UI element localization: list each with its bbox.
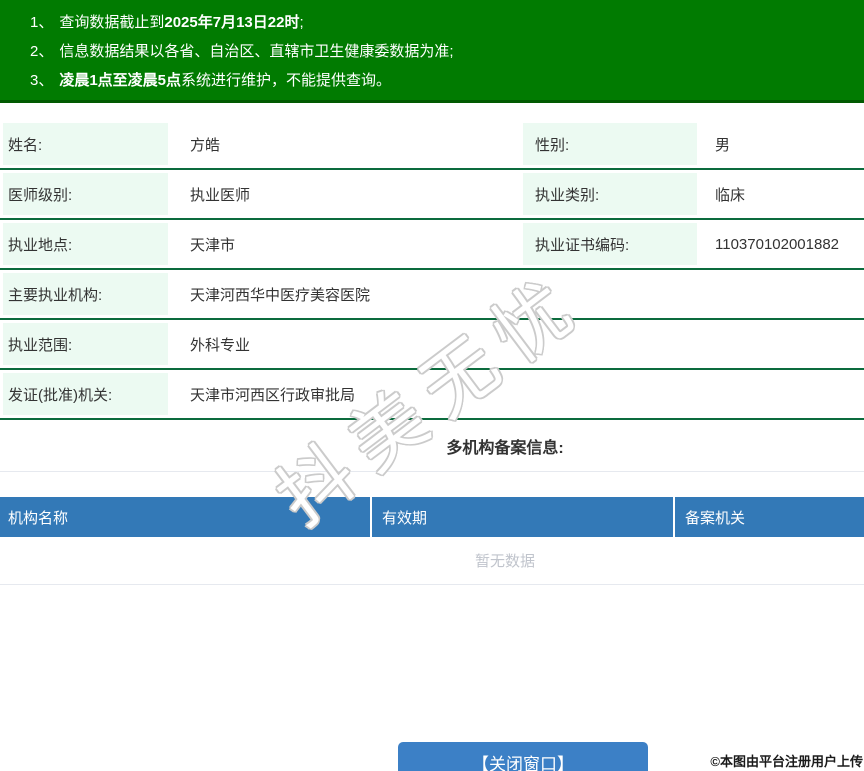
notice-line-2: 2、 信息数据结果以各省、自治区、直辖市卫生健康委数据为准; xyxy=(30,37,864,66)
practice-location-label: 执业地点: xyxy=(3,223,168,265)
table-row: 姓名: 方皓 性别: 男 xyxy=(0,120,864,170)
notice-bold-text: 凌晨1点至凌晨5点 xyxy=(59,72,182,89)
certificate-no-value: 110370102001882 xyxy=(715,235,840,253)
doctor-level-value: 执业医师 xyxy=(190,186,251,204)
certificate-no-label: 执业证书编码: xyxy=(523,223,697,265)
main-institution-value: 天津河西华中医疗美容医院 xyxy=(190,286,371,304)
table-row: 医师级别: 执业医师 执业类别: 临床 xyxy=(0,170,864,220)
name-value: 方皓 xyxy=(190,136,221,154)
notice-text: 系统进行维护，不能提供查询。 xyxy=(181,72,392,89)
filing-section-header: 多机构备案信息: xyxy=(0,420,864,472)
notice-number: 3、 xyxy=(30,72,54,89)
table-row: 执业范围: 外科专业 xyxy=(0,320,864,370)
name-label: 姓名: xyxy=(3,123,168,165)
column-header-validity: 有效期 xyxy=(372,497,673,537)
table-row: 主要执业机构: 天津河西华中医疗美容医院 xyxy=(0,270,864,320)
filing-table-empty-row: 暂无数据 xyxy=(0,537,864,585)
gender-label: 性别: xyxy=(523,123,697,165)
practice-scope-label: 执业范围: xyxy=(3,323,168,365)
notice-line-3: 3、 凌晨1点至凌晨5点系统进行维护，不能提供查询。 xyxy=(30,66,864,95)
notice-bar: 1、 查询数据截止到2025年7月13日22时; 2、 信息数据结果以各省、自治区、… xyxy=(0,0,864,103)
table-row: 执业地点: 天津市 执业证书编码: 110370102001882 xyxy=(0,220,864,270)
filing-section-title: 多机构备案信息: xyxy=(446,439,564,457)
practitioner-info-table: 姓名: 方皓 性别: 男 医师级别: 执业医师 执业类别: 临床 执业地点: 天… xyxy=(0,120,864,420)
column-header-institution: 机构名称 xyxy=(0,497,370,537)
notice-line-1: 1、 查询数据截止到2025年7月13日22时; xyxy=(30,8,864,37)
notice-text: ; xyxy=(299,14,304,31)
issuing-authority-value: 天津市河西区行政审批局 xyxy=(190,386,356,404)
close-window-button[interactable]: 【关闭窗口】 xyxy=(398,742,648,771)
notice-text: 信息数据结果以各省、自治区、直辖市卫生健康委数据为准; xyxy=(59,43,454,60)
result-content: 姓名: 方皓 性别: 男 医师级别: 执业医师 执业类别: 临床 执业地点: 天… xyxy=(0,120,864,585)
filing-table-header: 机构名称 有效期 备案机关 xyxy=(0,497,864,537)
gender-value: 男 xyxy=(715,136,731,154)
query-result-page: 1、 查询数据截止到2025年7月13日22时; 2、 信息数据结果以各省、自治区、… xyxy=(0,0,864,771)
practice-category-label: 执业类别: xyxy=(523,173,697,215)
column-header-authority: 备案机关 xyxy=(675,497,864,537)
notice-bold-text: 2025年7月13日22时 xyxy=(164,14,300,31)
practice-category-value: 临床 xyxy=(715,186,746,204)
main-institution-label: 主要执业机构: xyxy=(3,273,168,315)
notice-text: 查询数据截止到 xyxy=(59,14,165,31)
issuing-authority-label: 发证(批准)机关: xyxy=(3,373,168,415)
notice-number: 1、 xyxy=(30,14,54,31)
practice-location-value: 天津市 xyxy=(190,236,236,254)
doctor-level-label: 医师级别: xyxy=(3,173,168,215)
empty-data-text: 暂无数据 xyxy=(474,553,535,570)
practice-scope-value: 外科专业 xyxy=(190,336,251,354)
copyright-watermark: ©本图由平台注册用户上传 xyxy=(710,754,863,769)
table-row: 发证(批准)机关: 天津市河西区行政审批局 xyxy=(0,370,864,420)
notice-number: 2、 xyxy=(30,43,54,60)
